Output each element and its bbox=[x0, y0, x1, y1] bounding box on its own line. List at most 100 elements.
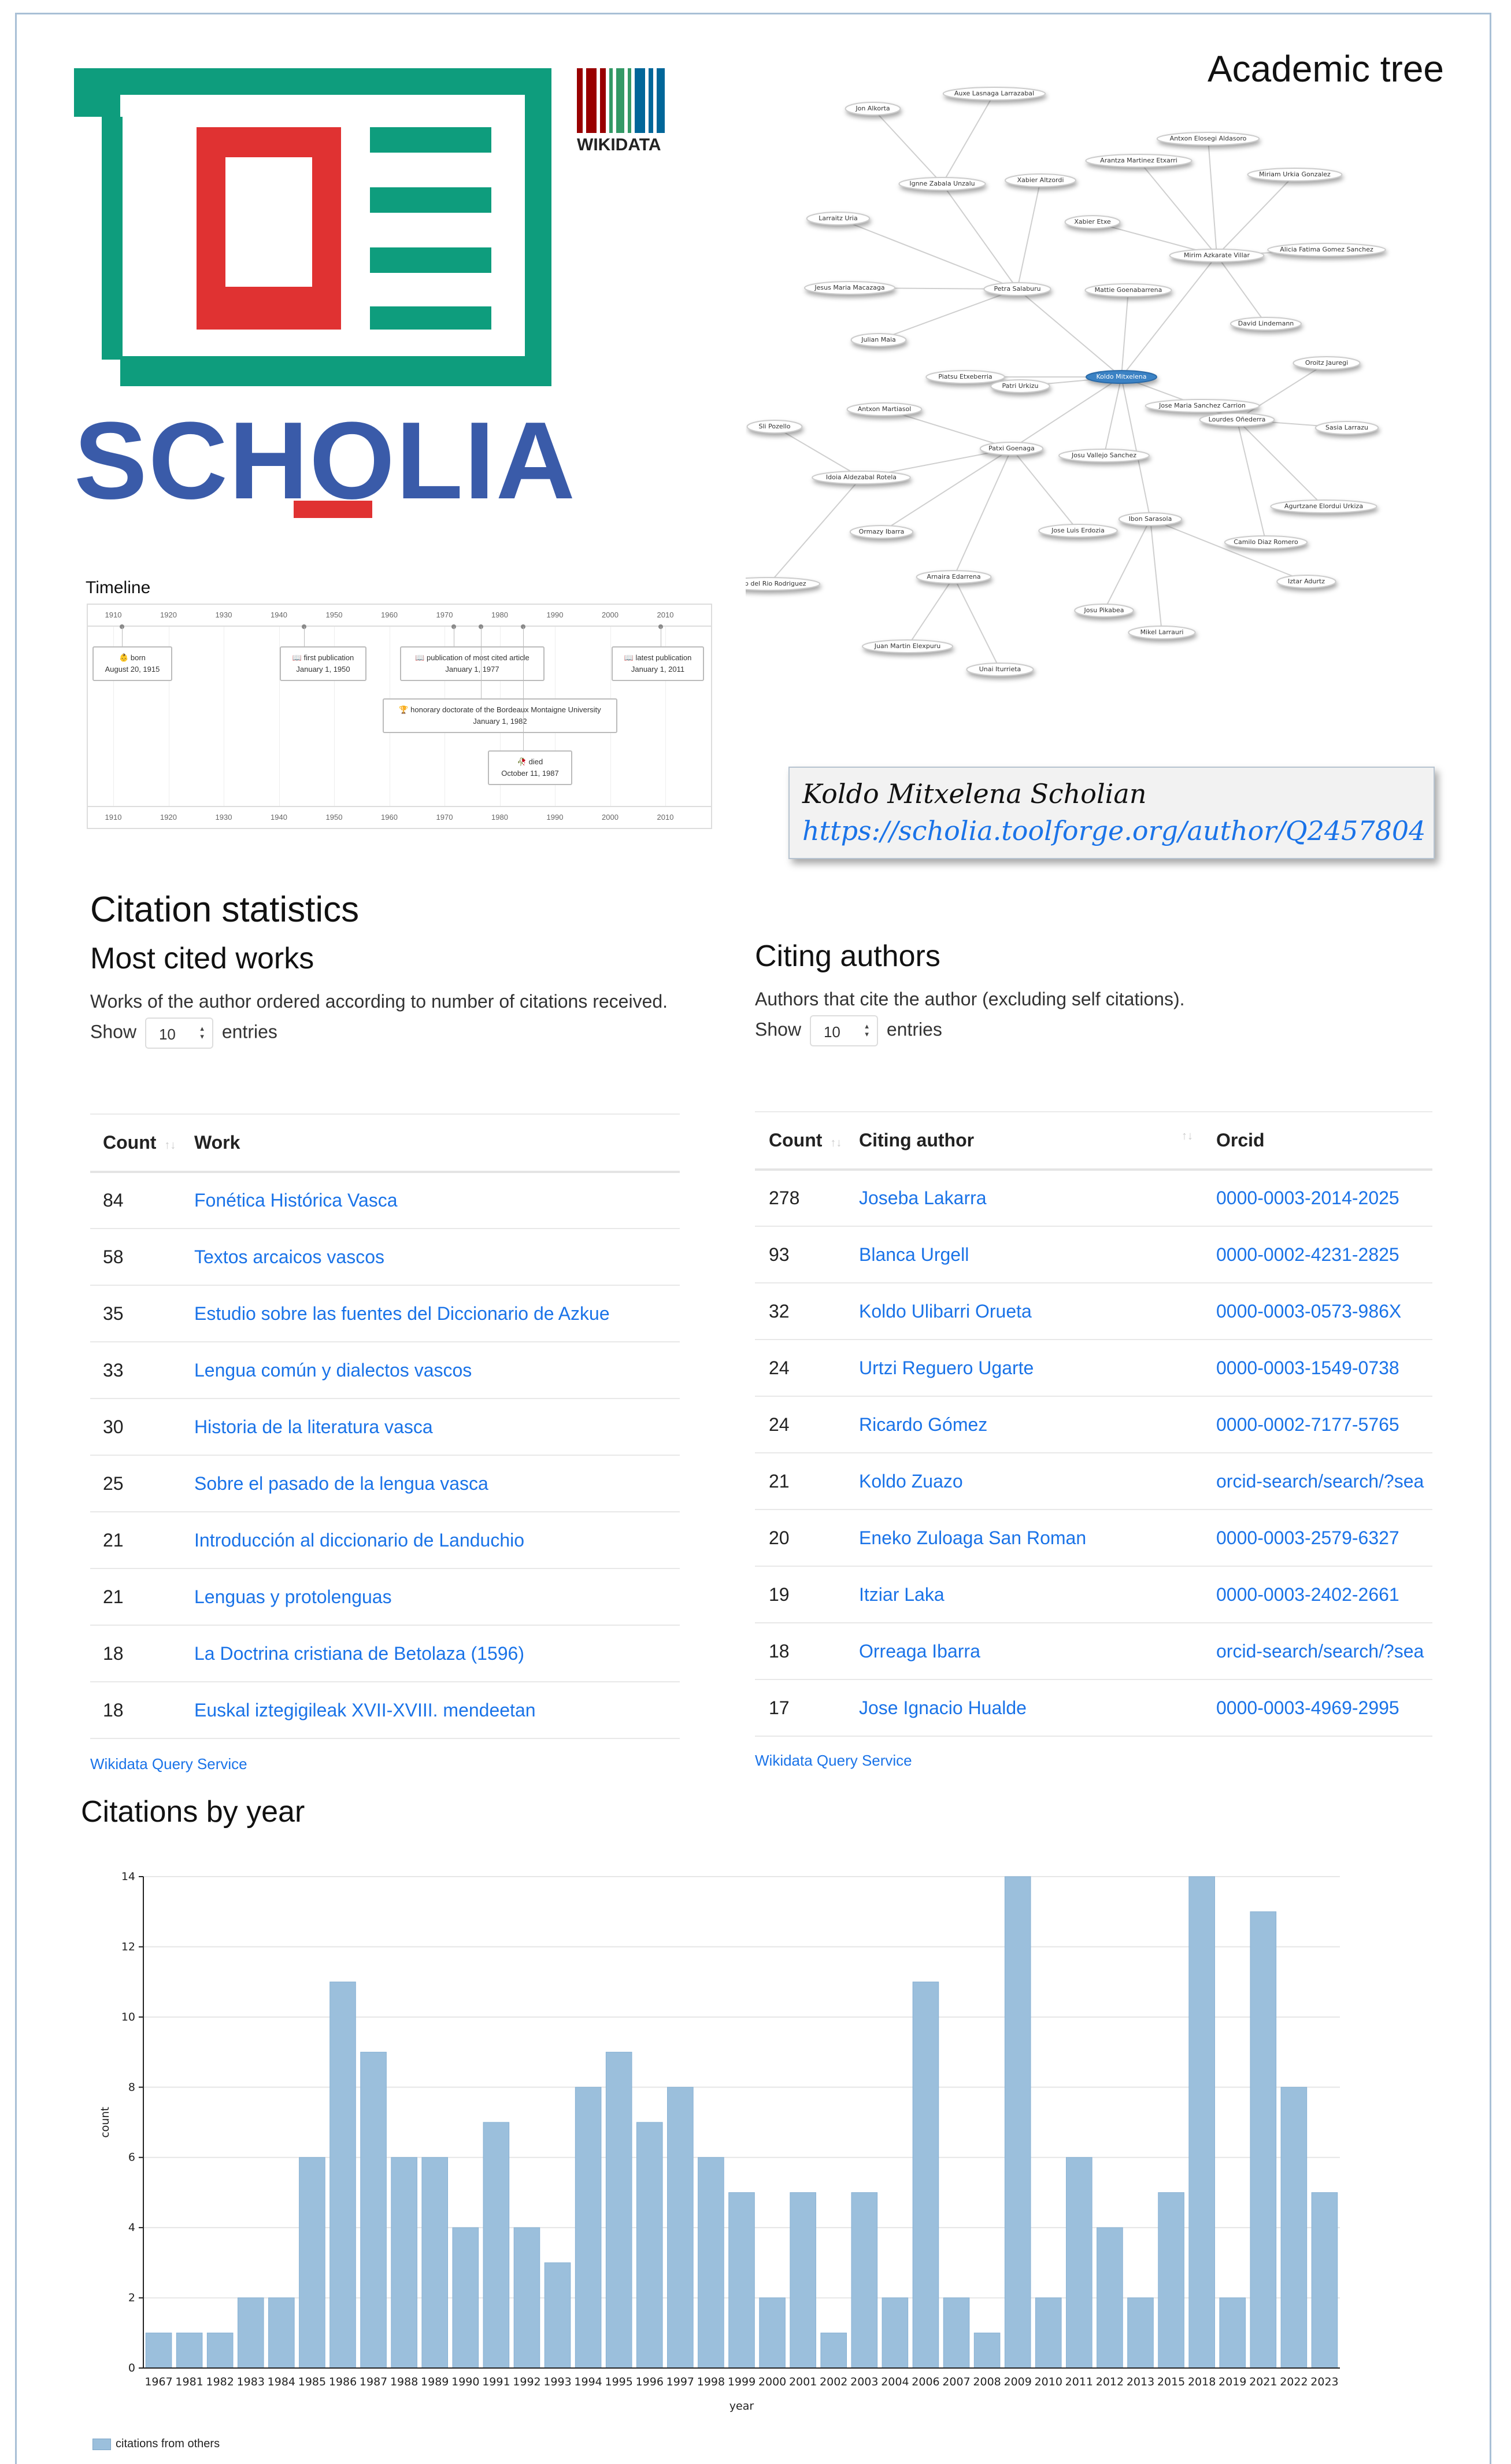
tree-node[interactable]: Patri Urkizu bbox=[990, 379, 1050, 393]
orcid-link[interactable]: 0000-0003-2014-2025 bbox=[1216, 1170, 1432, 1227]
tree-node[interactable]: Jesus Maria Macazaga bbox=[804, 281, 895, 295]
work-link[interactable]: Introducción al diccionario de Landuchio bbox=[194, 1512, 680, 1569]
tree-node[interactable]: Miriam Urkia Gonzalez bbox=[1247, 168, 1343, 182]
tree-node[interactable]: Antxon Elosegi Aldasoro bbox=[1156, 132, 1260, 146]
orcid-link[interactable]: orcid-search/search/?sea bbox=[1216, 1623, 1432, 1680]
academic-tree-graph[interactable]: Jon Alkorta Auxe Lasnaga Larrazabal Ignne … bbox=[746, 75, 1428, 700]
most-cited-wqs-link[interactable]: Wikidata Query Service bbox=[90, 1755, 247, 1773]
table-row: 84 Fonética Histórica Vasca bbox=[90, 1172, 680, 1229]
entries-select[interactable]: 10 bbox=[809, 1015, 878, 1046]
tree-node-label: Jon Alkorta bbox=[855, 105, 890, 112]
orcid-link[interactable]: 0000-0002-4231-2825 bbox=[1216, 1226, 1432, 1283]
tree-node[interactable]: Mirim Azkarate Villar bbox=[1169, 249, 1265, 262]
tree-node[interactable]: Ormazy Ibarra bbox=[849, 525, 914, 539]
orcid-link[interactable]: 0000-0003-2402-2661 bbox=[1216, 1566, 1432, 1623]
orcid-link[interactable]: 0000-0003-0573-986X bbox=[1216, 1283, 1432, 1340]
citing-author-link[interactable]: Koldo Ulibarri Orueta bbox=[859, 1283, 1216, 1340]
scholia-logo[interactable]: WIKIDATA SCHOLIA bbox=[74, 64, 698, 538]
tree-node[interactable]: Xabier Altzordi bbox=[1005, 173, 1076, 187]
tree-node[interactable]: David Lindemann bbox=[1230, 317, 1302, 331]
table-row: 278 Joseba Lakarra 0000-0003-2014-2025 bbox=[755, 1170, 1432, 1227]
citing-author-link[interactable]: Ricardo Gómez bbox=[859, 1396, 1216, 1453]
table-row: 33 Lengua común y dialectos vascos bbox=[90, 1342, 680, 1399]
citing-author-link[interactable]: Orreaga Ibarra bbox=[859, 1623, 1216, 1680]
column-header-count[interactable]: Count ↑↓ bbox=[90, 1113, 194, 1173]
tree-node[interactable]: Josu Pikabea bbox=[1074, 604, 1134, 617]
tree-node[interactable]: Lourdes Oñederra bbox=[1199, 413, 1275, 427]
work-link[interactable]: Lengua común y dialectos vascos bbox=[194, 1342, 680, 1399]
tree-node[interactable]: Petra Salaburu bbox=[983, 282, 1051, 296]
tree-node[interactable]: Ignne Zabala Unzalu bbox=[898, 177, 986, 191]
most-cited-works-table: Count ↑↓ Work 84 Fonética Histórica Vasca 5… bbox=[90, 1113, 680, 1739]
orcid-link[interactable]: orcid-search/search/?sea bbox=[1216, 1453, 1432, 1510]
orcid-link[interactable]: 0000-0003-1549-0738 bbox=[1216, 1340, 1432, 1397]
citing-author-link[interactable]: Blanca Urgell bbox=[859, 1226, 1216, 1283]
work-link[interactable]: La Doctrina cristiana de Betolaza (1596) bbox=[194, 1625, 680, 1682]
column-header-citing-author[interactable]: Citing author ↑↓ bbox=[859, 1111, 1216, 1171]
entries-select[interactable]: 10 bbox=[145, 1018, 213, 1049]
tree-node[interactable]: Mikel Larrauri bbox=[1128, 626, 1196, 639]
work-link[interactable]: Euskal iztegigileak XVII-XVIII. mendeeta… bbox=[194, 1682, 680, 1739]
column-header-count[interactable]: Count ↑↓ bbox=[755, 1111, 859, 1171]
citing-author-link[interactable]: Jose Ignacio Hualde bbox=[859, 1679, 1216, 1737]
tree-node[interactable]: Juan Martin Elexpuru bbox=[862, 639, 953, 653]
tree-node[interactable]: Piatsu Etxeberria bbox=[925, 370, 1005, 384]
timeline-event[interactable]: 📖 latest publication January 1, 2011 bbox=[612, 646, 704, 681]
timeline-event[interactable]: 📖 first publication January 1, 1950 bbox=[280, 646, 366, 681]
x-tick-label: 1998 bbox=[697, 2376, 725, 2388]
tree-node[interactable]: Patxi Goenaga bbox=[979, 442, 1044, 456]
tree-node[interactable]: Arnaira Edarrena bbox=[916, 570, 992, 584]
tree-node[interactable]: Auxe Lasnaga Larrazabal bbox=[942, 87, 1046, 101]
tree-node[interactable]: Sasia Larrazu bbox=[1314, 421, 1379, 435]
column-header-work[interactable]: Work bbox=[194, 1113, 680, 1173]
timeline-event-title: first publication bbox=[303, 653, 354, 662]
tree-node[interactable]: Jon Alkorta bbox=[845, 102, 901, 116]
tree-node[interactable]: Sli Pozello bbox=[746, 420, 803, 434]
citing-author-link[interactable]: Eneko Zuloaga San Roman bbox=[859, 1510, 1216, 1567]
citing-author-link[interactable]: Joseba Lakarra bbox=[859, 1170, 1216, 1227]
work-link[interactable]: Lenguas y protolenguas bbox=[194, 1568, 680, 1626]
chart-bar bbox=[667, 2086, 694, 2369]
work-link[interactable]: Historia de la literatura vasca bbox=[194, 1399, 680, 1456]
tree-node[interactable]: Idoia Aldezabal Rotela bbox=[812, 471, 911, 484]
work-link[interactable]: Sobre el pasado de la lengua vasca bbox=[194, 1455, 680, 1512]
tree-node[interactable]: Antxon Martiasol bbox=[846, 402, 923, 416]
orcid-link[interactable]: 0000-0002-7177-5765 bbox=[1216, 1396, 1432, 1453]
tree-node[interactable]: Koldo Mitxelena bbox=[1086, 370, 1157, 384]
tree-node[interactable]: Josep del Rio Rodriguez bbox=[746, 577, 821, 591]
tree-edge bbox=[1208, 138, 1217, 256]
orcid-link[interactable]: 0000-0003-2579-6327 bbox=[1216, 1510, 1432, 1567]
tree-node[interactable]: Mattie Goenabarrena bbox=[1084, 283, 1172, 297]
citing-author-link[interactable]: Itziar Laka bbox=[859, 1566, 1216, 1623]
work-link[interactable]: Estudio sobre las fuentes del Diccionari… bbox=[194, 1285, 680, 1342]
column-header-orcid[interactable]: Orcid bbox=[1216, 1111, 1432, 1171]
timeline-event[interactable]: 🥀 died October 11, 1987 bbox=[488, 750, 572, 785]
tree-node[interactable]: Agurtzane Elordui Urkiza bbox=[1270, 500, 1377, 513]
citing-author-link[interactable]: Koldo Zuazo bbox=[859, 1453, 1216, 1510]
tree-node[interactable]: Larraitz Uria bbox=[806, 212, 871, 225]
tree-node-label: Larraitz Uria bbox=[819, 214, 857, 222]
tree-node[interactable]: Julian Maia bbox=[850, 333, 907, 347]
tree-node[interactable]: Oroitz Jauregi bbox=[1293, 356, 1361, 370]
citing-authors-wqs-link[interactable]: Wikidata Query Service bbox=[755, 1752, 912, 1770]
tree-node[interactable]: Unai Iturrieta bbox=[966, 663, 1034, 676]
citing-author-link[interactable]: Urtzi Reguero Ugarte bbox=[859, 1340, 1216, 1397]
orcid-link[interactable]: 0000-0003-4969-2995 bbox=[1216, 1679, 1432, 1737]
tree-node[interactable]: Jose Luis Erdozia bbox=[1038, 524, 1118, 538]
tree-node-label: Camilo Diaz Romero bbox=[1234, 538, 1298, 546]
tree-node-label: Agurtzane Elordui Urkiza bbox=[1284, 502, 1363, 510]
tree-node[interactable]: Arantza Martinez Etxarri bbox=[1085, 154, 1192, 168]
scholian-url-link[interactable]: https://scholia.toolforge.org/author/Q24… bbox=[802, 815, 1425, 846]
tree-node[interactable]: Josu Vallejo Sanchez bbox=[1058, 449, 1150, 463]
tree-node[interactable]: Ibon Sarasola bbox=[1118, 512, 1183, 526]
tree-node[interactable]: Alicia Fatima Gomez Sanchez bbox=[1267, 243, 1386, 257]
timeline-widget[interactable]: 1910 1920 1930 1940 1950 1960 1970 1980 1990 2000… bbox=[87, 604, 712, 829]
tree-node[interactable]: Jose Maria Sanchez Carrion bbox=[1145, 399, 1260, 413]
work-link[interactable]: Fonética Histórica Vasca bbox=[194, 1172, 680, 1229]
tree-node[interactable]: Camilo Diaz Romero bbox=[1224, 535, 1308, 549]
tree-node[interactable]: Xabier Etxe bbox=[1064, 215, 1121, 229]
tree-node[interactable]: Iztar Adurtz bbox=[1276, 575, 1336, 589]
timeline-event[interactable]: 🏆 honorary doctorate of the Bordeaux Mon… bbox=[383, 698, 617, 733]
timeline-event[interactable]: 👶 born August 20, 1915 bbox=[92, 646, 172, 681]
work-link[interactable]: Textos arcaicos vascos bbox=[194, 1229, 680, 1286]
